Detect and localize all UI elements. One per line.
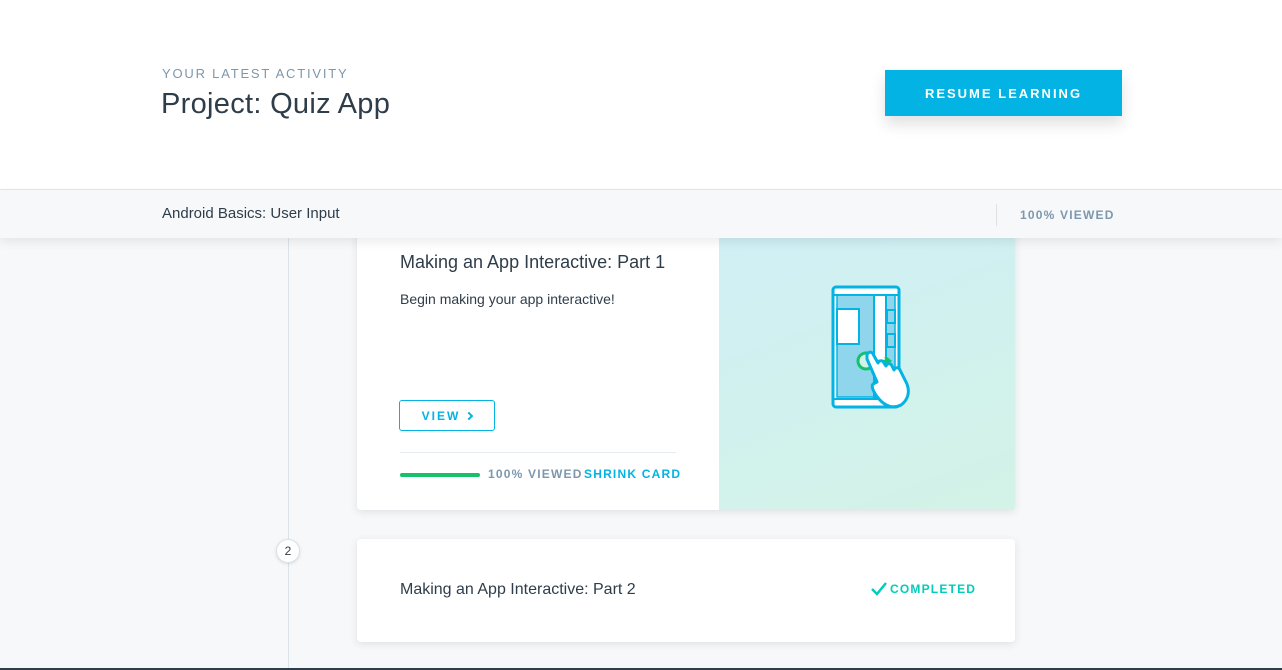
timeline-step-marker: 2	[276, 539, 300, 563]
view-button[interactable]: VIEW	[399, 400, 495, 431]
latest-activity-eyebrow: YOUR LATEST ACTIVITY	[162, 66, 349, 81]
concept-card-body: Making an App Interactive: Part 1 Begin …	[357, 220, 719, 510]
card-divider	[400, 452, 676, 453]
concept-card-title: Making an App Interactive: Part 1	[400, 252, 666, 272]
completed-label: COMPLETED	[890, 582, 977, 596]
lesson-bar: Android Basics: User Input 100% VIEWED	[0, 190, 1282, 238]
concept-card-illustration-panel	[719, 220, 1015, 510]
chevron-right-icon	[465, 411, 474, 420]
concept-card-description: Begin making your app interactive!	[400, 291, 615, 307]
lesson-title: Android Basics: User Input	[162, 205, 340, 222]
card-progress-label: 100% VIEWED	[488, 467, 583, 481]
page-title: Project: Quiz App	[161, 88, 391, 120]
resume-learning-button[interactable]: RESUME LEARNING	[885, 70, 1122, 116]
progress-bar-fill	[400, 473, 480, 477]
checkmark-icon	[871, 582, 887, 596]
progress-bar	[400, 473, 480, 477]
lesson-progress-label: 100% VIEWED	[1020, 208, 1115, 222]
latest-activity-header: YOUR LATEST ACTIVITY Project: Quiz App R…	[0, 0, 1282, 190]
concept-card-expanded: Making an App Interactive: Part 1 Begin …	[357, 220, 1015, 510]
completed-status: COMPLETED	[871, 582, 976, 596]
lesson-bar-divider	[996, 204, 997, 226]
concept-card-title: Making an App Interactive: Part 2	[400, 581, 636, 598]
concept-card-collapsed[interactable]: Making an App Interactive: Part 2 COMPLE…	[357, 539, 1015, 642]
timeline-line	[288, 238, 289, 670]
phone-touch-swipe-icon	[831, 285, 910, 409]
view-button-label: VIEW	[421, 408, 461, 423]
shrink-card-link[interactable]: SHRINK CARD	[584, 467, 681, 481]
